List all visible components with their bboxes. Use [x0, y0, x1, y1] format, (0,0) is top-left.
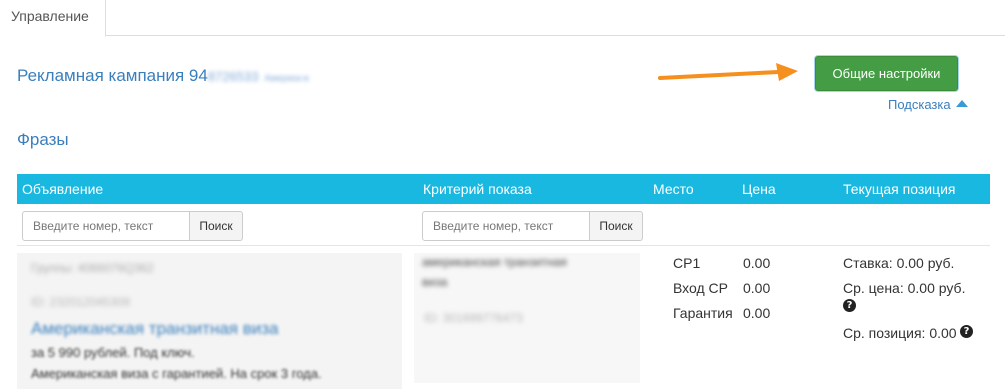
ad-cell: Группы: 4066076Q362 ID: 232012045309 Аме… [17, 253, 402, 389]
criterion-cell: американская транзитная виза ID: 3016997… [414, 253, 640, 383]
caret-up-icon [955, 100, 968, 107]
ad-text-line-2: Американская виза с гарантией. На срок 3… [31, 366, 322, 381]
ad-search-button[interactable]: Поиск [189, 211, 243, 241]
ad-search-input[interactable] [22, 211, 190, 241]
ad-text-line-1: за 5 990 рублей. Под ключ. [31, 345, 195, 360]
avg-position-text: Ср. позиция: 0.00 [843, 325, 957, 341]
hint-link[interactable]: Подсказка [888, 97, 968, 112]
place-price: 0.00 [743, 255, 771, 271]
question-icon[interactable]: ? [960, 325, 973, 338]
tab-bar: Управление [0, 0, 1005, 37]
table-header: Объявление Критерий показа Место Цена Те… [17, 174, 990, 204]
column-header-price: Цена [742, 181, 776, 197]
criterion-text-line-1: американская транзитная [422, 255, 567, 269]
ad-group: Группы: 4066076Q362 [31, 261, 154, 275]
tab-management[interactable]: Управление [0, 0, 106, 37]
criterion-search-input[interactable] [422, 211, 590, 241]
campaign-title-prefix: Рекламная кампания 94 [17, 66, 208, 85]
place-label: Гарантия [673, 305, 733, 321]
section-title: Фразы [17, 130, 69, 149]
place-price: 0.00 [743, 305, 771, 321]
question-icon[interactable]: ? [843, 299, 856, 312]
campaign-title-redacted: 8726533 Америка-в [207, 69, 309, 84]
place-label: Вход СР [673, 280, 729, 296]
bid-text: Ставка: 0.00 руб. [843, 255, 955, 271]
hint-label: Подсказка [888, 97, 951, 112]
criterion-id: ID: 301699776473 [424, 311, 523, 325]
campaign-title: Рекламная кампания 948726533 Америка-в [17, 66, 309, 86]
criterion-search-button[interactable]: Поиск [589, 211, 643, 241]
criterion-search-group: Поиск [422, 211, 644, 241]
column-header-criterion: Критерий показа [423, 181, 532, 197]
column-header-place: Место [653, 181, 694, 197]
place-price: 0.00 [743, 280, 771, 296]
place-label: СР1 [673, 255, 701, 271]
ad-title-link[interactable]: Американская транзитная виза [31, 319, 279, 339]
general-settings-button[interactable]: Общие настройки [815, 56, 958, 91]
column-header-current-position: Текущая позиция [843, 181, 956, 197]
filter-row: Поиск Поиск [17, 204, 990, 246]
arrow-right-icon [658, 63, 798, 81]
criterion-text-line-2: виза [422, 275, 448, 289]
column-header-ad: Объявление [22, 181, 104, 197]
ad-id: ID: 232012045309 [31, 295, 130, 309]
avg-price-text: Ср. цена: 0.00 руб. [843, 280, 966, 296]
ad-search-group: Поиск [22, 211, 244, 241]
